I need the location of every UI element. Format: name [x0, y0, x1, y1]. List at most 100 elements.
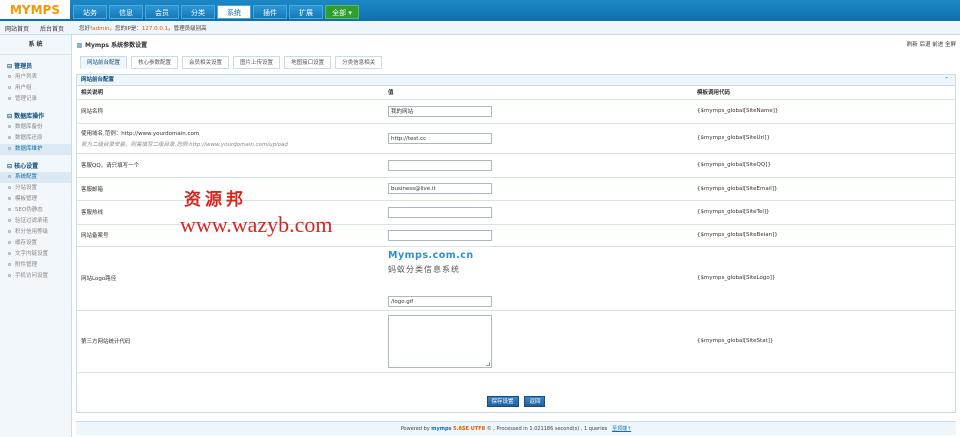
bullet-icon [8, 175, 11, 178]
site-qq-input[interactable] [388, 159, 492, 171]
col-code-header: 模板调用代码 [693, 86, 955, 100]
nav-tab-all[interactable]: 全部 ▾ [325, 5, 359, 19]
sidebar-item-mobile[interactable]: 手机访问设置 [0, 271, 71, 282]
nav-tab-extend[interactable]: 扩展 [289, 5, 323, 19]
table-row: 使用域名,范例：http://www.yourdomain.com 若为二级目录安… [77, 123, 955, 154]
sidebar-item-textlink[interactable]: 文字内链设置 [0, 249, 71, 260]
footer: Powered by mymps 5.8SE UTF8 © , Processe… [76, 421, 956, 435]
back-link[interactable]: 后退 [919, 42, 930, 48]
site-name-input[interactable]: 我的网站 [388, 105, 492, 117]
logo-preview-line2: 蚂蚁分类信息系统 [388, 264, 460, 274]
back-button[interactable]: 返回 [524, 396, 546, 407]
watermark: 资源邦 www.wazyb.com [180, 185, 333, 238]
table-row: 网站Logo路径 Mymps.com.cn 蚂蚁分类信息系统 /logo.gif… [77, 246, 955, 311]
sidebar-item-db-backup[interactable]: 数据库备份 [0, 122, 71, 133]
row-code: {$mymps_global[SiteLogo]} [693, 246, 955, 311]
bullet-icon [8, 263, 11, 266]
back-to-top-link[interactable]: 至顶端↑ [612, 426, 631, 432]
watermark-line2: www.wazyb.com [180, 212, 333, 237]
watermark-line1: 资源邦 [184, 190, 247, 210]
nav-tab-plugin[interactable]: 插件 [253, 5, 287, 19]
bullet-icon [8, 147, 11, 150]
site-url-input[interactable]: http://test.cc [388, 132, 492, 144]
sidebar-item-db-restore[interactable]: 数据库还原 [0, 133, 71, 144]
site-tel-input[interactable] [388, 206, 492, 218]
tab-map[interactable]: 地图接口设置 [284, 56, 332, 69]
site-stat-textarea[interactable] [388, 314, 492, 368]
page-tools: 刷新 后退 前进 全屏 [907, 40, 956, 48]
sidebar-group-head[interactable]: ⊟ 数据库操作 [0, 111, 71, 122]
settings-panel: 网站前台配置 ⌃ 相关说明 值 模板调用代码 网站名称 我的网站 {$mymps_… [76, 74, 956, 413]
sidebar-item-substation[interactable]: 分站设置 [0, 183, 71, 194]
bullet-icon [8, 197, 11, 200]
row-code: {$mymps_global[SiteQQ]} [693, 153, 955, 178]
site-email-input[interactable]: business@live.it [388, 183, 492, 194]
sidebar-item-credits[interactable]: 积分信用等级 [0, 227, 71, 238]
row-label: 使用域名,范例：http://www.yourdomain.com [81, 130, 200, 137]
site-home-link[interactable]: 网站首页 [5, 24, 29, 33]
resize-grip-icon[interactable] [486, 361, 490, 366]
refresh-link[interactable]: 刷新 [907, 42, 918, 48]
bullet-icon [8, 186, 11, 189]
row-code: {$mymps_global[SiteName]} [693, 99, 955, 124]
bullet-icon [8, 219, 11, 222]
settings-icon [77, 43, 82, 48]
row-code: {$mymps_global[SiteStat]} [693, 310, 955, 373]
sub-bar: 网站首页 后台首页 您好!admin。您的IP是：127.0.0.1。管理员级别… [0, 21, 960, 35]
bullet-icon [8, 208, 11, 211]
username: admin [92, 26, 110, 32]
sidebar-group-admin: ⊟ 管理员 用户列表 用户组 管理记录 [0, 61, 71, 105]
admin-home-link[interactable]: 后台首页 [40, 24, 64, 33]
sidebar-group-database: ⊟ 数据库操作 数据库备份 数据库还原 数据库维护 [0, 111, 71, 155]
logo-preview-line1: Mymps.com.cn [388, 249, 474, 261]
row-code: {$mymps_global[SiteTel]} [693, 200, 955, 225]
nav-tab-station[interactable]: 站务 [73, 5, 107, 19]
bullet-icon [8, 252, 11, 255]
tab-upload[interactable]: 图片上传设置 [233, 56, 281, 69]
tab-core[interactable]: 核心参数配置 [131, 56, 179, 69]
table-row: 网站名称 我的网站 {$mymps_global[SiteName]} [77, 99, 955, 124]
tab-classified[interactable]: 分类信息相关 [335, 56, 383, 69]
page-title: Mymps 系统参数设置 [77, 40, 147, 49]
nav-tab-category[interactable]: 分类 [181, 5, 215, 19]
bullet-icon [8, 75, 11, 78]
row-label: 第三方网站统计代码 [77, 310, 384, 373]
sidebar-item-admin-log[interactable]: 管理记录 [0, 94, 71, 105]
tab-frontend[interactable]: 网站前台配置 [80, 56, 128, 69]
sidebar-item-templates[interactable]: 模板管理 [0, 194, 71, 205]
fullscreen-link[interactable]: 全屏 [945, 42, 956, 48]
sidebar-item-cache[interactable]: 缓存设置 [0, 238, 71, 249]
sidebar-title: 系 统 [0, 35, 71, 55]
logo: MYMPS [0, 0, 70, 21]
site-beian-input[interactable] [388, 229, 492, 241]
site-logo-input[interactable]: /logo.gif [388, 295, 492, 307]
sidebar-item-seo[interactable]: SEO伪静态 [0, 205, 71, 216]
bullet-icon [8, 125, 11, 128]
forward-link[interactable]: 前进 [932, 42, 943, 48]
bullet-icon [8, 274, 11, 277]
sidebar-group-head[interactable]: ⊟ 核心设置 [0, 161, 71, 172]
row-code: {$mymps_global[SiteUrl]} [693, 123, 955, 154]
nav-tab-member[interactable]: 会员 [145, 5, 179, 19]
save-button[interactable]: 保存设置 [486, 396, 519, 407]
col-desc-header: 相关说明 [77, 86, 384, 100]
sidebar-item-attachments[interactable]: 附件管理 [0, 260, 71, 271]
collapse-icon[interactable]: ⌃ [944, 75, 949, 86]
settings-tabs: 网站前台配置 核心参数配置 会员相关设置 图片上传设置 地图接口设置 分类信息相… [80, 56, 386, 69]
sidebar-item-user-group[interactable]: 用户组 [0, 83, 71, 94]
sidebar-group-head[interactable]: ⊟ 管理员 [0, 61, 71, 72]
nav-tab-info[interactable]: 信息 [109, 5, 143, 19]
bullet-icon [8, 241, 11, 244]
nav-tab-system[interactable]: 系统 [217, 5, 251, 19]
sidebar-item-system-config[interactable]: 系统配置 [0, 172, 71, 183]
footer-version: 5.8SE UTF8 [453, 426, 486, 432]
footer-brand[interactable]: mymps [431, 426, 451, 432]
sidebar-group-core: ⊟ 核心设置 系统配置 分站设置 模板管理 SEO伪静态 验证过滤承诺 积分信用… [0, 161, 71, 282]
tab-member[interactable]: 会员相关设置 [182, 56, 230, 69]
sidebar-item-filter[interactable]: 验证过滤承诺 [0, 216, 71, 227]
col-value-header: 值 [384, 86, 693, 100]
row-hint: 若为二级目录安装，则需填写二级目录,范例:http://www.yourdoma… [81, 141, 288, 148]
row-code: {$mymps_global[SiteBeian]} [693, 224, 955, 247]
sidebar-item-db-maintain[interactable]: 数据库维护 [0, 144, 71, 155]
sidebar-item-user-list[interactable]: 用户列表 [0, 72, 71, 83]
